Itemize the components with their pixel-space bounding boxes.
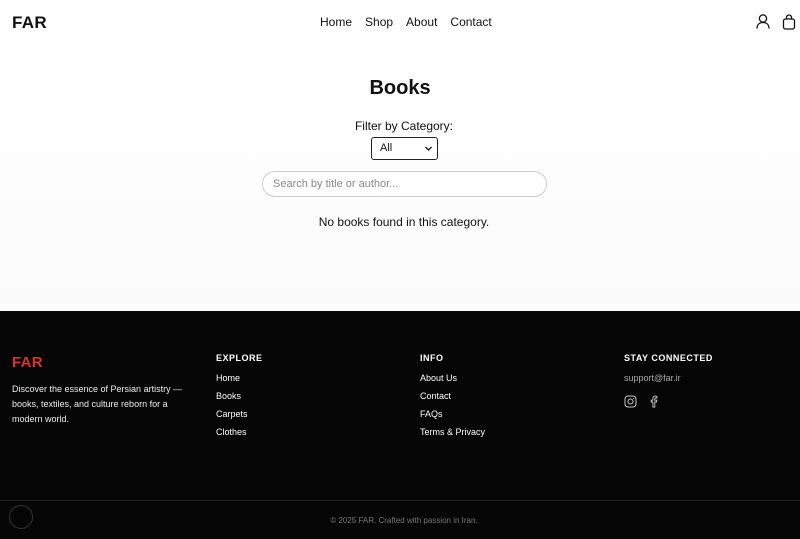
footer-link-faqs[interactable]: FAQs: [420, 409, 485, 421]
footer-link-contact[interactable]: Contact: [420, 391, 485, 403]
nav-link-shop[interactable]: Shop: [365, 15, 393, 29]
shopping-bag-icon[interactable]: [782, 14, 796, 30]
social-links: [624, 395, 660, 408]
category-select-value: All: [380, 142, 393, 154]
user-icon[interactable]: [756, 14, 770, 29]
footer-link-clothes[interactable]: Clothes: [216, 427, 263, 439]
search-input[interactable]: Search by title or author...: [262, 171, 547, 197]
nav-link-home[interactable]: Home: [320, 15, 352, 29]
site-header: FAR Home Shop About Contact: [0, 0, 800, 44]
category-select[interactable]: All: [371, 137, 438, 160]
footer-stay-connected-column: STAY CONNECTED support@far.ir: [624, 353, 713, 383]
footer-description: Discover the essence of Persian artistry…: [12, 384, 183, 424]
site-logo[interactable]: FAR: [12, 13, 47, 33]
footer-explore-heading: EXPLORE: [216, 353, 263, 363]
instagram-icon[interactable]: [624, 395, 637, 408]
copyright-text: © 2025 FAR. Crafted with passion in Iran…: [330, 516, 478, 525]
facebook-icon[interactable]: [647, 395, 660, 408]
footer-link-terms[interactable]: Terms & Privacy: [420, 427, 485, 439]
footer-info-column: INFO About Us Contact FAQs Terms & Priva…: [420, 353, 485, 445]
chevron-down-icon: [425, 146, 432, 151]
filter-label: Filter by Category:: [354, 119, 454, 133]
footer-explore-column: EXPLORE Home Books Carpets Clothes: [216, 353, 263, 445]
main-nav: Home Shop About Contact: [320, 15, 505, 29]
site-footer: FAR Discover the essence of Persian arti…: [0, 311, 800, 539]
footer-logo[interactable]: FAR: [12, 354, 43, 371]
page-title: Books: [369, 77, 431, 99]
footer-divider: [0, 500, 800, 501]
footer-link-carpets[interactable]: Carpets: [216, 409, 263, 421]
search-placeholder: Search by title or author...: [273, 178, 399, 190]
empty-state-message: No books found in this category.: [318, 215, 490, 229]
footer-link-about-us[interactable]: About Us: [420, 373, 485, 385]
footer-link-home[interactable]: Home: [216, 373, 263, 385]
books-page: Books Filter by Category: All Search by …: [0, 44, 800, 311]
footer-info-heading: INFO: [420, 353, 444, 363]
nav-link-about[interactable]: About: [406, 15, 437, 29]
support-email[interactable]: support@far.ir: [624, 373, 713, 383]
footer-link-books[interactable]: Books: [216, 391, 263, 403]
footer-stay-heading: STAY CONNECTED: [624, 353, 713, 363]
nav-link-contact[interactable]: Contact: [450, 15, 491, 29]
